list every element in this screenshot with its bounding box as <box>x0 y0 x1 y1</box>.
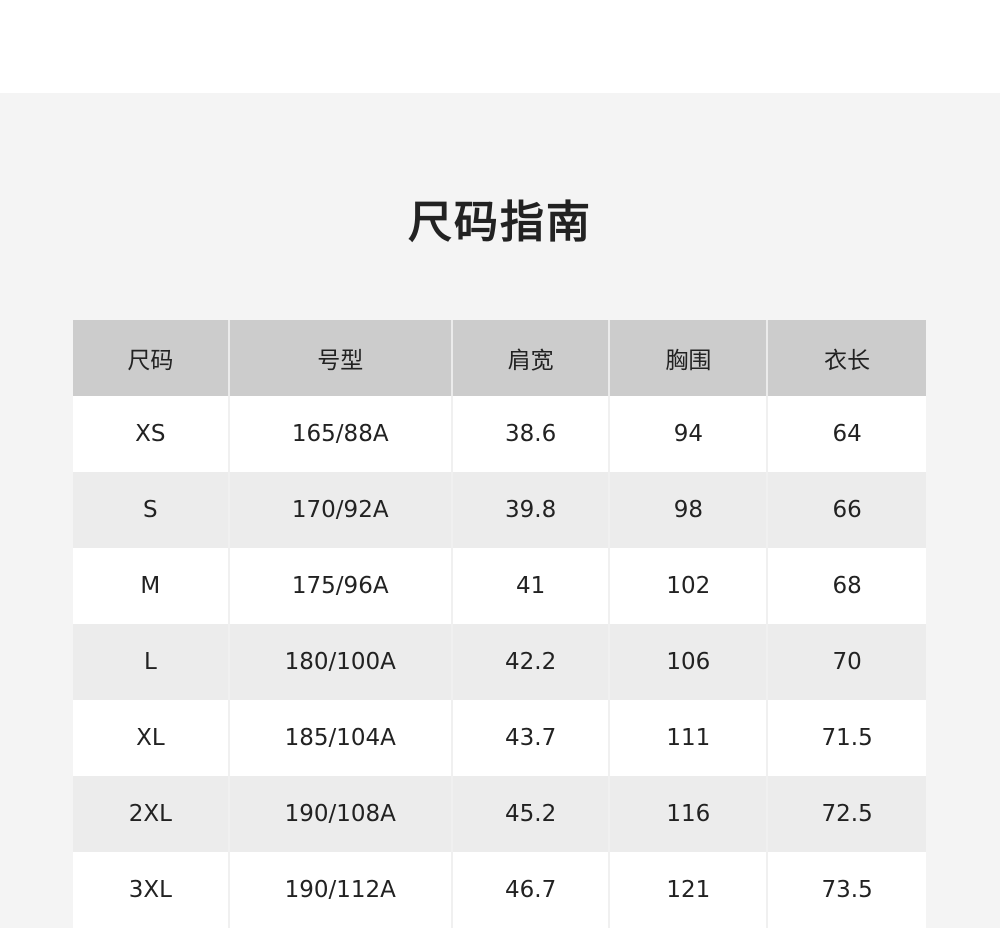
cell-model: 190/112A <box>228 852 453 928</box>
cell-model: 185/104A <box>228 700 453 776</box>
cell-chest: 98 <box>609 472 769 548</box>
cell-model: 180/100A <box>228 624 453 700</box>
table-row: XS 165/88A 38.6 94 64 <box>73 396 926 472</box>
cell-size: L <box>73 624 230 700</box>
header-size: 尺码 <box>73 320 230 396</box>
table-row: 3XL 190/112A 46.7 121 73.5 <box>73 852 926 928</box>
cell-shoulder: 42.2 <box>451 624 611 700</box>
table-row: 2XL 190/108A 45.2 116 72.5 <box>73 776 926 852</box>
cell-chest: 94 <box>609 396 769 472</box>
cell-chest: 121 <box>609 852 769 928</box>
table-row: XL 185/104A 43.7 111 71.5 <box>73 700 926 776</box>
cell-length: 70 <box>767 624 926 700</box>
cell-chest: 106 <box>609 624 769 700</box>
cell-length: 64 <box>767 396 926 472</box>
cell-shoulder: 39.8 <box>451 472 611 548</box>
cell-shoulder: 38.6 <box>451 396 611 472</box>
header-length: 衣长 <box>767 320 926 396</box>
table-header-row: 尺码 号型 肩宽 胸围 衣长 <box>73 320 926 396</box>
cell-length: 68 <box>767 548 926 624</box>
cell-shoulder: 43.7 <box>451 700 611 776</box>
cell-chest: 111 <box>609 700 769 776</box>
top-white-band <box>0 0 1000 93</box>
cell-length: 72.5 <box>767 776 926 852</box>
cell-model: 175/96A <box>228 548 453 624</box>
size-table: 尺码 号型 肩宽 胸围 衣长 XS 165/88A 38.6 94 64 S 1… <box>73 320 926 928</box>
cell-shoulder: 46.7 <box>451 852 611 928</box>
cell-shoulder: 41 <box>451 548 611 624</box>
cell-chest: 116 <box>609 776 769 852</box>
cell-size: M <box>73 548 230 624</box>
cell-length: 71.5 <box>767 700 926 776</box>
cell-model: 190/108A <box>228 776 453 852</box>
cell-model: 165/88A <box>228 396 453 472</box>
table-row: L 180/100A 42.2 106 70 <box>73 624 926 700</box>
header-shoulder: 肩宽 <box>451 320 611 396</box>
cell-length: 73.5 <box>767 852 926 928</box>
page-title: 尺码指南 <box>408 197 592 248</box>
cell-size: 2XL <box>73 776 230 852</box>
header-model: 号型 <box>228 320 453 396</box>
cell-size: 3XL <box>73 852 230 928</box>
cell-model: 170/92A <box>228 472 453 548</box>
table-row: S 170/92A 39.8 98 66 <box>73 472 926 548</box>
cell-size: XS <box>73 396 230 472</box>
cell-size: XL <box>73 700 230 776</box>
cell-size: S <box>73 472 230 548</box>
header-chest: 胸围 <box>609 320 769 396</box>
cell-shoulder: 45.2 <box>451 776 611 852</box>
cell-chest: 102 <box>609 548 769 624</box>
cell-length: 66 <box>767 472 926 548</box>
table-row: M 175/96A 41 102 68 <box>73 548 926 624</box>
